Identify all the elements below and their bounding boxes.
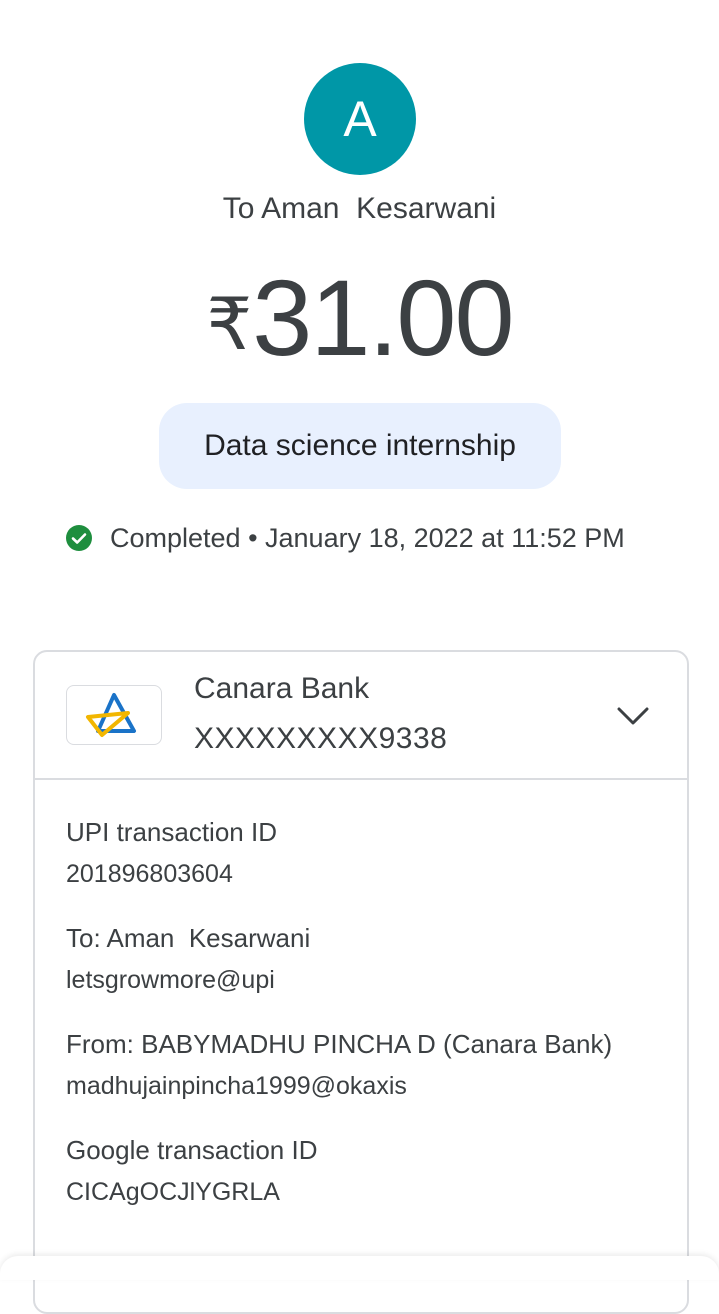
canara-bank-logo	[66, 685, 162, 745]
check-circle-icon	[66, 525, 92, 551]
detail-value: CICAgOCJlYGRLA	[66, 1178, 280, 1206]
transaction-details-card: Canara Bank XXXXXXXXX9338 UPI transactio…	[33, 650, 689, 1314]
payment-amount: ₹31.00	[0, 264, 719, 372]
detail-value: letsgrowmore@upi	[66, 966, 275, 994]
detail-to: To: Aman Kesarwani letsgrowmore@upi	[66, 918, 646, 1002]
detail-from: From: BABYMADHU PINCHA D (Canara Bank) m…	[66, 1024, 646, 1108]
payee-avatar: A	[304, 63, 416, 175]
detail-label: To: Aman Kesarwani	[66, 923, 311, 953]
detail-label: UPI transaction ID	[66, 817, 277, 847]
canara-logo-icon	[86, 693, 136, 737]
bank-name: Canara Bank	[194, 672, 370, 705]
chevron-down-icon[interactable]	[615, 698, 651, 734]
detail-upi-transaction-id: UPI transaction ID 201896803604	[66, 812, 646, 896]
bottom-sheet-edge	[0, 1256, 719, 1280]
payment-status: Completed • January 18, 2022 at 11:52 PM	[66, 520, 625, 556]
bank-account-row[interactable]: Canara Bank XXXXXXXXX9338	[35, 652, 687, 780]
detail-value: madhujainpincha1999@okaxis	[66, 1072, 407, 1100]
detail-label: Google transaction ID	[66, 1135, 318, 1165]
transaction-details-list: UPI transaction ID 201896803604 To: Aman…	[66, 812, 646, 1236]
status-text: Completed • January 18, 2022 at 11:52 PM	[110, 522, 625, 553]
bank-account-number: XXXXXXXXX9338	[194, 722, 448, 755]
payee-title: To Aman Kesarwani	[222, 192, 497, 225]
detail-label: From: BABYMADHU PINCHA D (Canara Bank)	[66, 1029, 613, 1059]
amount-value: 31.00	[252, 257, 514, 378]
currency-symbol: ₹	[206, 285, 253, 365]
detail-value: 201896803604	[66, 860, 233, 888]
detail-google-transaction-id: Google transaction ID CICAgOCJlYGRLA	[66, 1130, 646, 1214]
payment-note-chip: Data science internship	[159, 403, 561, 489]
